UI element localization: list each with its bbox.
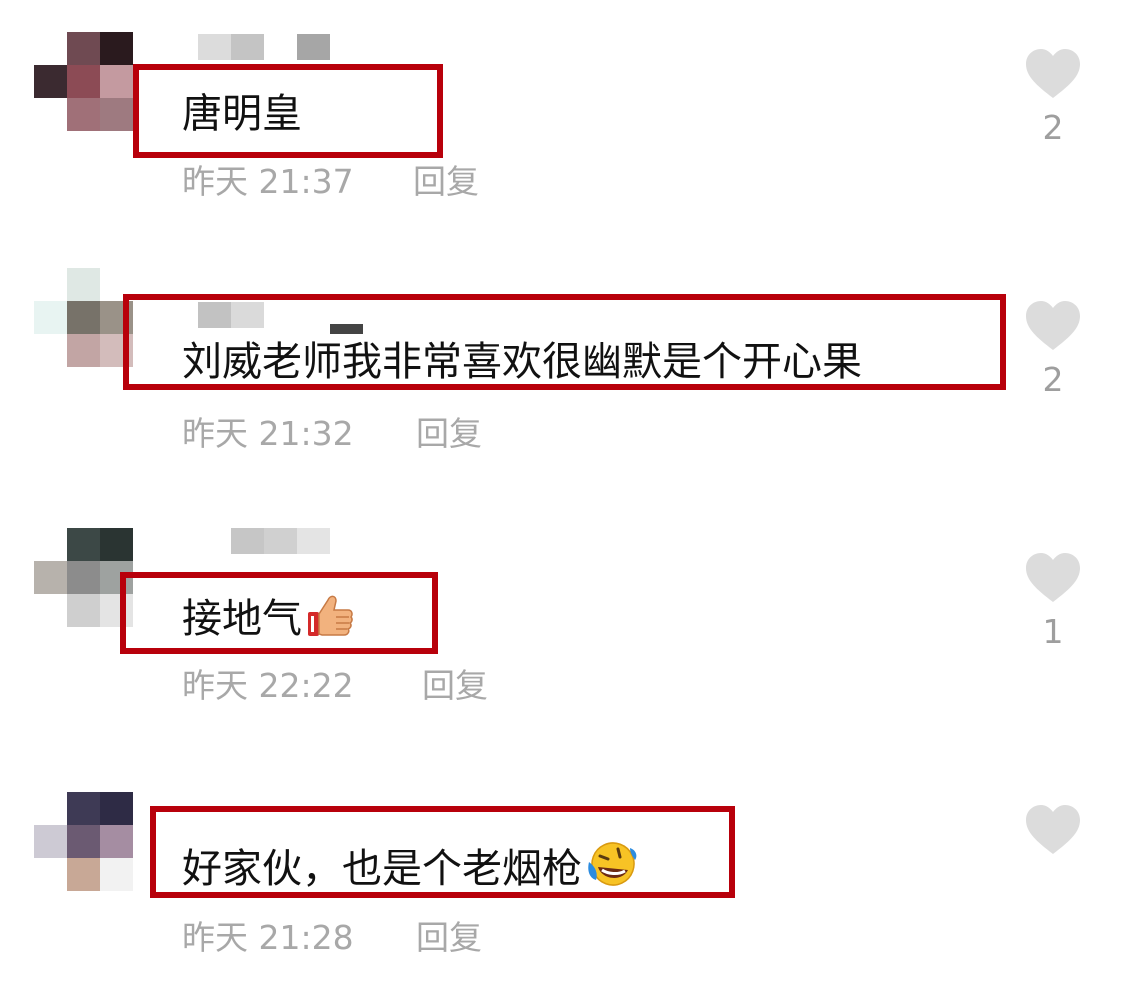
avatar[interactable] [34,32,134,132]
comment-time: 昨天 21:37 [182,162,354,201]
heart-icon [1026,553,1080,602]
comment-time: 昨天 21:32 [182,414,354,453]
thumbs-up-icon [306,592,354,649]
rolling-laughing-icon [586,840,638,899]
reply-button[interactable]: 回复 [413,162,479,202]
heart-icon [1026,49,1080,98]
like-button[interactable] [1024,804,1082,856]
comment-text: 好家伙，也是个老烟枪 [182,840,638,899]
avatar[interactable] [34,528,134,628]
like-button[interactable] [1024,48,1082,100]
like-button[interactable] [1024,300,1082,352]
comment-item-2: 刘威老师我非常喜欢很幽默是个开心果 昨天 21:32 回复 2 [0,268,1125,478]
heart-icon [1026,805,1080,854]
heart-icon [1026,301,1080,350]
like-count: 2 [1042,108,1064,147]
comment-text: 唐明皇 [182,91,302,137]
comment-item-3: 接地气 昨天 22:22 回复 1 [0,528,1125,738]
comment-time: 昨天 21:28 [182,918,354,957]
like-count: 2 [1042,360,1064,399]
comment-text: 刘威老师我非常喜欢很幽默是个开心果 [182,339,862,385]
comment-time: 昨天 22:22 [182,666,354,705]
reply-button[interactable]: 回复 [416,918,482,958]
avatar[interactable] [34,268,134,368]
avatar[interactable] [34,792,134,892]
comment-item-4: 好家伙，也是个老烟枪 昨天 21:28 回复 [0,792,1125,1003]
reply-button[interactable]: 回复 [416,414,482,454]
like-count: 1 [1042,612,1064,651]
reply-button[interactable]: 回复 [422,666,488,706]
comment-item-1: 唐明皇 昨天 21:37 回复 2 [0,32,1125,242]
like-button[interactable] [1024,552,1082,604]
comment-text: 接地气 [182,592,354,649]
